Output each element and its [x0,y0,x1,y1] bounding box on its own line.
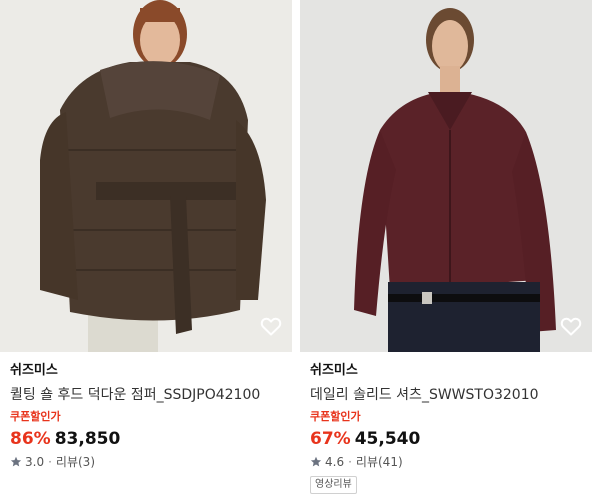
product-image[interactable] [300,0,592,352]
star-icon [310,456,322,468]
brand-name[interactable]: 쉬즈미스 [310,362,592,380]
product-name[interactable]: 데일리 솔리드 셔츠_SWWSTO32010 [310,386,592,404]
sale-price: 83,850 [54,429,121,449]
coupon-price-label: 쿠폰할인가 [310,410,361,423]
brand-name[interactable]: 쉬즈미스 [10,362,292,380]
price-row: 67% 45,540 [310,428,592,450]
product-photo-shirt [300,0,592,352]
heart-outline-icon [260,317,282,336]
wishlist-button[interactable] [259,314,283,338]
review-count[interactable]: 리뷰(3) [56,454,95,470]
video-review-tag: 영상리뷰 [310,476,357,494]
sale-price: 45,540 [354,429,421,449]
rating-value: 3.0 [25,455,45,469]
coupon-price-label: 쿠폰할인가 [10,410,61,423]
product-info: 쉬즈미스 퀼팅 숄 후드 덕다운 점퍼_SSDJPO42100 쿠폰할인가 86… [0,352,292,470]
rating-value: 4.6 [325,455,345,469]
product-card[interactable]: 쉬즈미스 퀼팅 숄 후드 덕다운 점퍼_SSDJPO42100 쿠폰할인가 86… [0,0,292,494]
rating-separator: · [348,455,352,469]
product-info: 쉬즈미스 데일리 솔리드 셔츠_SWWSTO32010 쿠폰할인가 67% 45,… [300,352,592,494]
wishlist-button[interactable] [559,314,583,338]
rating-row: 3.0 · 리뷰(3) [10,454,292,470]
product-photo-jacket [0,0,292,352]
product-image[interactable] [0,0,292,352]
review-count[interactable]: 리뷰(41) [356,454,403,470]
rating-row: 4.6 · 리뷰(41) [310,454,592,470]
heart-outline-icon [560,317,582,336]
product-name[interactable]: 퀼팅 숄 후드 덕다운 점퍼_SSDJPO42100 [10,386,292,404]
rating-separator: · [48,455,52,469]
product-grid: 쉬즈미스 퀼팅 숄 후드 덕다운 점퍼_SSDJPO42100 쿠폰할인가 86… [0,0,592,494]
star-icon [10,456,22,468]
discount-rate: 86% [10,429,51,449]
product-card[interactable]: 쉬즈미스 데일리 솔리드 셔츠_SWWSTO32010 쿠폰할인가 67% 45,… [300,0,592,494]
discount-rate: 67% [310,429,351,449]
price-row: 86% 83,850 [10,428,292,450]
